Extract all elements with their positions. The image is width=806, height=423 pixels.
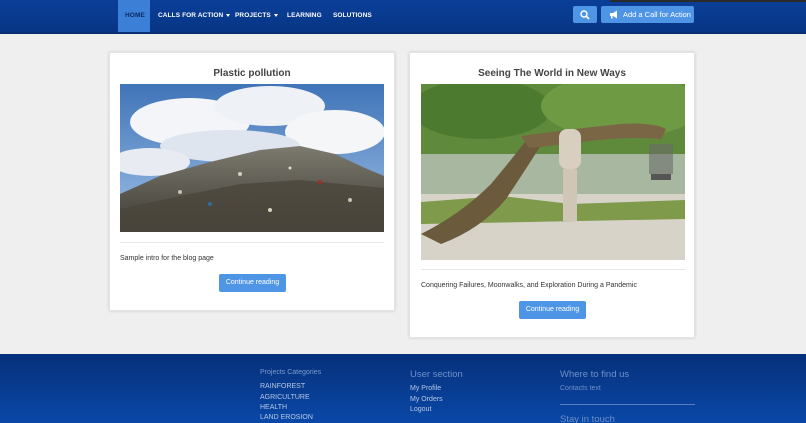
nav-solutions[interactable]: SOLUTIONS xyxy=(333,0,372,32)
landfill-image xyxy=(120,84,384,232)
nav-home-label: HOME xyxy=(125,12,145,19)
footer-category-link[interactable]: AGRICULTURE xyxy=(260,394,310,401)
card-title[interactable]: Seeing The World in New Ways xyxy=(410,68,694,79)
footer-divider xyxy=(560,404,695,405)
footer-my-profile-link[interactable]: My Profile xyxy=(410,385,441,392)
top-navbar: HOME CALLS FOR ACTION PROJECTS LEARNING … xyxy=(0,0,806,34)
continue-reading-button[interactable]: Continue reading xyxy=(219,274,286,292)
footer-projects-heading: Projects Categories xyxy=(260,369,322,376)
footer-find-heading: Where to find us xyxy=(560,369,630,380)
add-call-label: Add a Call for Action xyxy=(623,10,691,19)
tree-hand-image xyxy=(421,84,685,260)
nav-calls-label: CALLS FOR ACTION xyxy=(158,12,224,19)
continue-reading-button[interactable]: Continue reading xyxy=(519,301,586,319)
nav-projects-label: PROJECTS xyxy=(235,12,271,19)
nav-projects[interactable]: PROJECTS xyxy=(235,0,278,32)
megaphone-icon xyxy=(610,10,617,19)
card-intro: Conquering Failures, Moonwalks, and Expl… xyxy=(421,282,637,289)
add-call-for-action-button[interactable]: Add a Call for Action xyxy=(601,6,694,23)
nav-calls-for-action[interactable]: CALLS FOR ACTION xyxy=(158,0,231,32)
card-intro: Sample intro for the blog page xyxy=(120,255,214,262)
nav-solutions-label: SOLUTIONS xyxy=(333,12,372,19)
footer-my-orders-link[interactable]: My Orders xyxy=(410,396,443,403)
chevron-down-icon xyxy=(273,13,278,17)
card-divider xyxy=(421,269,685,270)
footer-logout-link[interactable]: Logout xyxy=(410,406,431,413)
site-footer: Projects Categories RAINFOREST AGRICULTU… xyxy=(0,354,806,423)
footer-category-link[interactable]: RAINFOREST xyxy=(260,383,305,390)
search-icon xyxy=(580,10,590,20)
footer-touch-heading: Stay in touch xyxy=(560,414,615,423)
footer-category-link[interactable]: HEALTH xyxy=(260,404,287,411)
nav-home[interactable]: HOME xyxy=(118,0,150,32)
nav-learning-label: LEARNING xyxy=(287,12,322,19)
card-image-landfill[interactable] xyxy=(120,84,384,232)
footer-user-heading: User section xyxy=(410,369,463,380)
search-button[interactable] xyxy=(573,6,597,23)
blog-card-plastic-pollution: Plastic pollution Sample intro for the b… xyxy=(109,52,395,311)
blog-card-seeing-the-world: Seeing The World in New Ways Conquering … xyxy=(409,52,695,338)
card-image-tree-hand[interactable] xyxy=(421,84,685,260)
card-title[interactable]: Plastic pollution xyxy=(110,68,394,79)
footer-category-link[interactable]: LAND EROSION xyxy=(260,414,313,421)
chevron-down-icon xyxy=(226,13,231,17)
card-divider xyxy=(120,242,384,243)
nav-learning[interactable]: LEARNING xyxy=(287,0,322,32)
top-edge-strip xyxy=(610,0,806,2)
footer-contacts-text: Contacts text xyxy=(560,385,601,392)
